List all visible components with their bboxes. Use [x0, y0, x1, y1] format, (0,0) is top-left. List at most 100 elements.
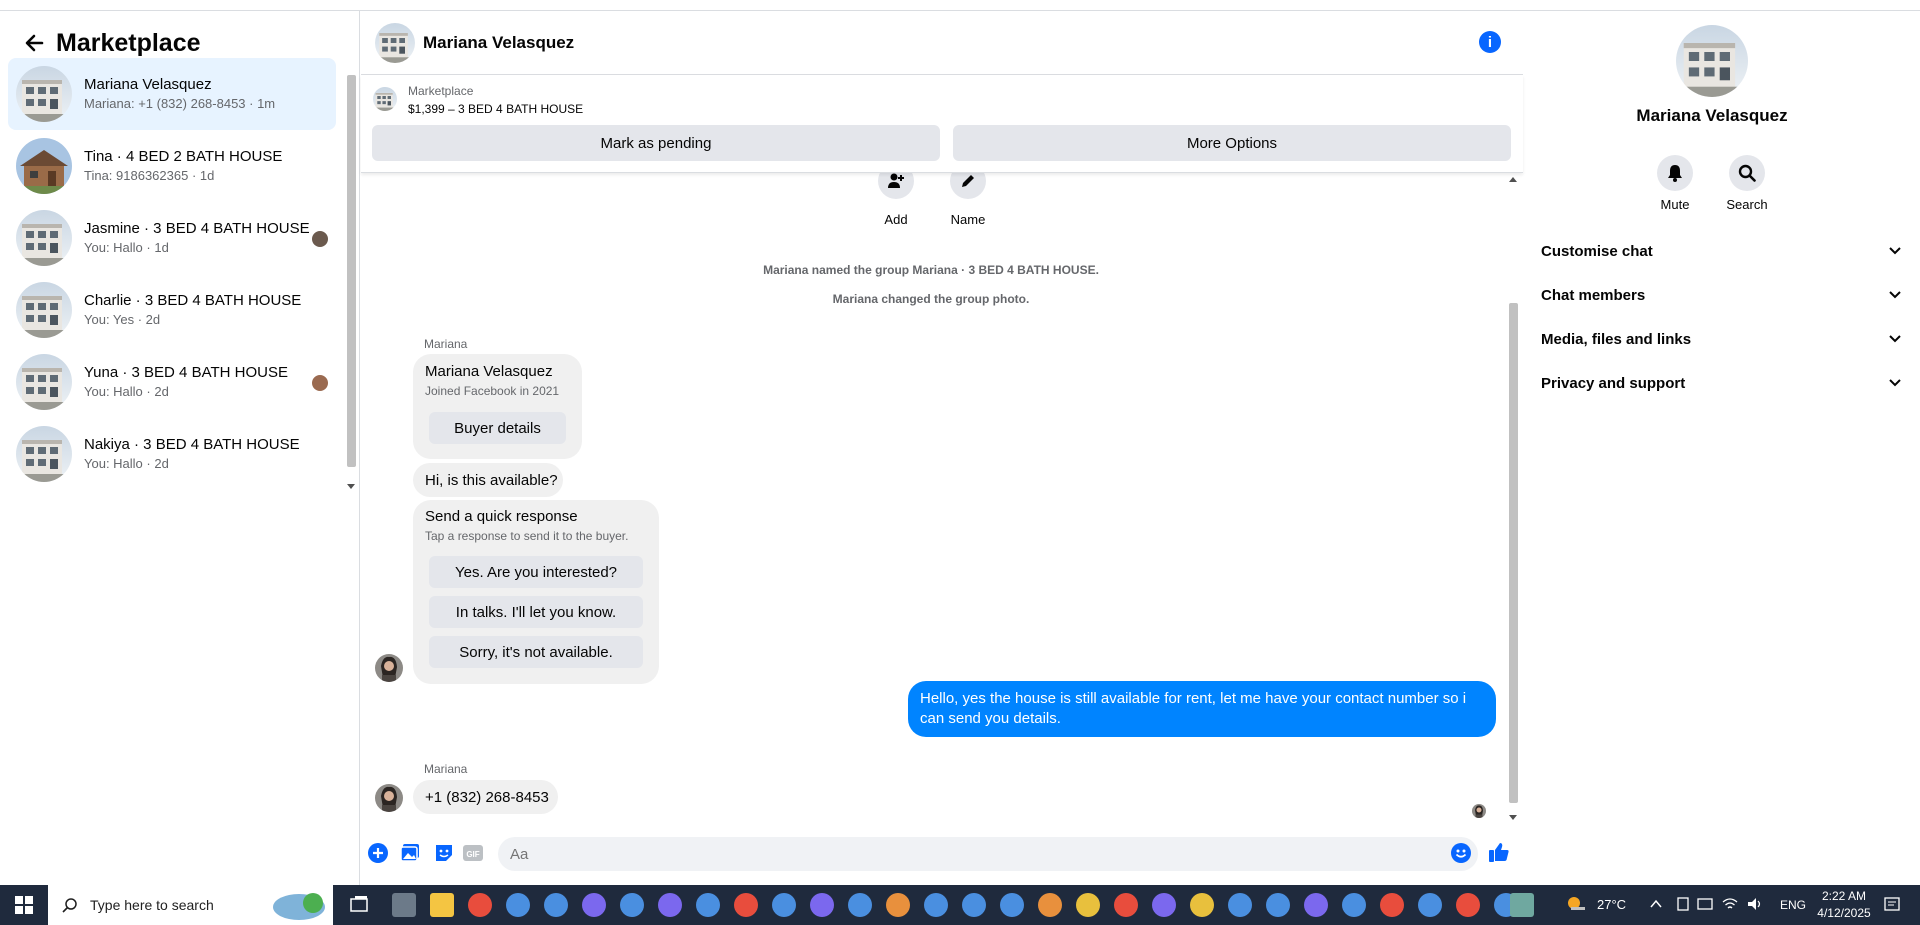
chat-title[interactable]: Mariana Velasquez	[423, 33, 574, 53]
chrome-profile-icon[interactable]	[506, 893, 530, 917]
sidebar-scrollbar[interactable]	[344, 75, 358, 493]
taskbar-app-icon[interactable]	[392, 893, 416, 917]
sender-avatar[interactable]	[375, 654, 403, 682]
search-highlight-icon	[273, 893, 325, 920]
section-customise-chat[interactable]: Customise chat	[1541, 233, 1901, 269]
message-thread: Add Name Mariana named the group Mariana…	[361, 163, 1523, 825]
meet-now-icon[interactable]	[1697, 897, 1713, 911]
conversation-item-jasmine[interactable]: Jasmine · 3 BED 4 BATH HOUSE You: Hallo …	[8, 202, 336, 274]
emoji-icon[interactable]	[1450, 842, 1472, 864]
chrome-profile-icon[interactable]	[1000, 893, 1024, 917]
search-action[interactable]: Search	[1717, 155, 1777, 212]
chrome-profile-icon[interactable]	[1380, 893, 1404, 917]
thumbs-up-icon[interactable]	[1488, 841, 1510, 863]
sidebar-scroll-thumb[interactable]	[347, 75, 356, 467]
conversation-item-mariana[interactable]: Mariana Velasquez Mariana: +1 (832) 268-…	[8, 58, 336, 130]
chevron-up-icon[interactable]	[1650, 898, 1662, 910]
quick-response-yes-button[interactable]: Yes. Are you interested?	[429, 556, 643, 588]
sender-avatar[interactable]	[375, 784, 403, 812]
scroll-down-icon[interactable]	[1508, 814, 1518, 822]
chrome-profile-icon[interactable]	[848, 893, 872, 917]
section-media-files-links[interactable]: Media, files and links	[1541, 321, 1901, 357]
chrome-profile-icon[interactable]	[734, 893, 758, 917]
plus-circle-icon[interactable]	[367, 842, 389, 864]
temperature: 27°C	[1597, 897, 1627, 912]
speaker-icon[interactable]	[1747, 897, 1763, 911]
profile-name: Mariana Velasquez	[1636, 106, 1788, 125]
conversation-item-nakiya[interactable]: Nakiya · 3 BED 4 BATH HOUSE You: Hallo ·…	[8, 418, 336, 490]
chrome-profile-icon[interactable]	[1266, 893, 1290, 917]
section-chat-members[interactable]: Chat members	[1541, 277, 1901, 313]
conversation-name: Yuna · 3 BED 4 BATH HOUSE	[84, 364, 288, 381]
weather-icon[interactable]	[1565, 894, 1587, 916]
scroll-down-icon[interactable]	[346, 483, 356, 491]
mark-as-pending-button[interactable]: Mark as pending	[372, 125, 940, 161]
chrome-profile-icon[interactable]	[924, 893, 948, 917]
conversation-item-yuna[interactable]: Yuna · 3 BED 4 BATH HOUSE You: Hallo · 2…	[8, 346, 336, 418]
chat-scrollbar[interactable]	[1506, 173, 1520, 825]
device-icon[interactable]	[1676, 897, 1690, 911]
chrome-profile-icon[interactable]	[1038, 893, 1062, 917]
mute-action[interactable]: Mute	[1645, 155, 1705, 212]
message-input[interactable]	[498, 837, 1478, 871]
chrome-profile-icon[interactable]	[810, 893, 834, 917]
gif-icon[interactable]: GIF	[462, 842, 484, 864]
notepad-icon[interactable]	[1510, 893, 1534, 917]
section-label: Chat members	[1541, 286, 1646, 304]
chrome-profile-icon[interactable]	[658, 893, 682, 917]
messenger-app: Marketplace Mariana Velasquez Mariana: +…	[0, 0, 1920, 885]
message-bubble: +1 (832) 268-8453	[413, 780, 558, 814]
clock[interactable]: 2:22 AM 4/12/2025	[1812, 888, 1876, 922]
buyer-details-button[interactable]: Buyer details	[429, 412, 566, 444]
chrome-profile-icon[interactable]	[1152, 893, 1176, 917]
section-label: Media, files and links	[1541, 330, 1692, 348]
chrome-profile-icon[interactable]	[544, 893, 568, 917]
photo-icon[interactable]	[399, 842, 421, 864]
taskbar-search-box[interactable]: Type here to search	[48, 885, 333, 925]
conversation-item-charlie[interactable]: Charlie · 3 BED 4 BATH HOUSE You: Yes · …	[8, 274, 336, 346]
quick-response-in-talks-button[interactable]: In talks. I'll let you know.	[429, 596, 643, 628]
chat-avatar[interactable]	[375, 23, 415, 63]
chrome-profile-icon[interactable]	[1456, 893, 1480, 917]
section-privacy-support[interactable]: Privacy and support	[1541, 365, 1901, 401]
bell-icon[interactable]	[1657, 155, 1693, 191]
chrome-icon[interactable]	[468, 893, 492, 917]
file-explorer-icon[interactable]	[430, 893, 454, 917]
more-options-button[interactable]: More Options	[953, 125, 1511, 161]
chrome-profile-icon[interactable]	[1228, 893, 1252, 917]
chrome-profile-icon[interactable]	[772, 893, 796, 917]
listing-price-title[interactable]: $1,399 – 3 BED 4 BATH HOUSE	[408, 102, 583, 116]
windows-start-icon[interactable]	[0, 885, 48, 925]
windows-taskbar: Type here to search 27°C ENG 2:22 AM 4/1…	[0, 885, 1920, 925]
profile-avatar[interactable]	[1676, 25, 1748, 97]
quick-response-not-available-button[interactable]: Sorry, it's not available.	[429, 636, 643, 668]
sidebar-title: Marketplace	[56, 28, 201, 57]
chrome-profile-icon[interactable]	[1190, 893, 1214, 917]
notification-icon[interactable]	[1883, 896, 1901, 914]
input-language[interactable]: ENG	[1780, 898, 1806, 912]
back-arrow-icon[interactable]	[18, 27, 50, 59]
sticker-icon[interactable]	[433, 842, 455, 864]
chrome-profile-icon[interactable]	[1076, 893, 1100, 917]
conversation-name: Jasmine · 3 BED 4 BATH HOUSE	[84, 220, 310, 237]
conversation-item-tina[interactable]: Tina · 4 BED 2 BATH HOUSE Tina: 91863623…	[8, 130, 336, 202]
chrome-profile-icon[interactable]	[1114, 893, 1138, 917]
info-icon[interactable]: i	[1479, 31, 1501, 53]
listing-thumbnail[interactable]	[373, 87, 397, 111]
search-icon[interactable]	[1729, 155, 1765, 191]
chrome-profile-icon[interactable]	[962, 893, 986, 917]
scroll-up-icon[interactable]	[1508, 175, 1518, 183]
chrome-profile-icon[interactable]	[620, 893, 644, 917]
wifi-icon[interactable]	[1722, 896, 1738, 912]
chrome-profile-icon[interactable]	[696, 893, 720, 917]
chrome-profile-icon[interactable]	[886, 893, 910, 917]
conversation-snippet: You: Yes · 2d	[84, 312, 161, 327]
chrome-profile-icon[interactable]	[1304, 893, 1328, 917]
quick-response-title: Send a quick response	[425, 508, 578, 525]
chrome-profile-icon[interactable]	[1342, 893, 1366, 917]
chat-scroll-thumb[interactable]	[1509, 303, 1518, 803]
chrome-profile-icon[interactable]	[1418, 893, 1442, 917]
conversation-name: Mariana Velasquez	[84, 76, 212, 93]
chrome-profile-icon[interactable]	[582, 893, 606, 917]
task-view-icon[interactable]	[347, 893, 371, 917]
